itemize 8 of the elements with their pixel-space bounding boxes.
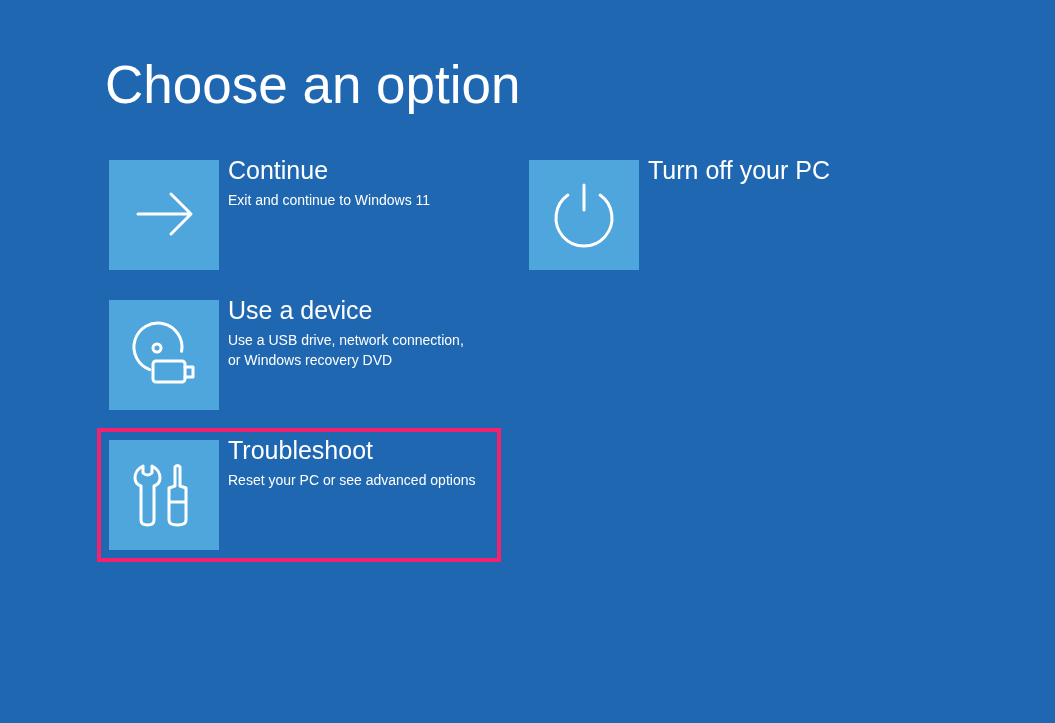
option-button[interactable]: Continue Exit and continue to Windows 11 <box>109 160 489 270</box>
power-icon <box>529 160 639 270</box>
option-button[interactable]: Turn off your PC <box>529 160 909 270</box>
page-title: Choose an option <box>105 54 521 115</box>
disc-usb-icon <box>109 300 219 410</box>
wrench-screwdriver-icon <box>109 440 219 550</box>
option-button[interactable]: Use a device Use a USB drive, network connection, or Windows recovery DVD <box>109 300 489 410</box>
option-button[interactable]: Troubleshoot Reset your PC or see advanced options <box>109 440 489 550</box>
